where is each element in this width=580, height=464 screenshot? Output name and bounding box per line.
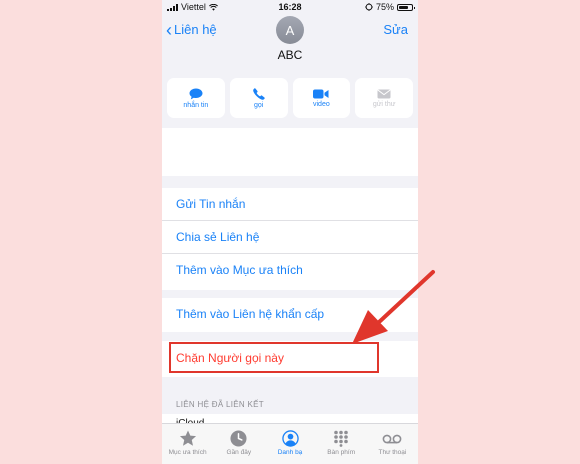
annotation-arrow-icon [352,270,435,344]
